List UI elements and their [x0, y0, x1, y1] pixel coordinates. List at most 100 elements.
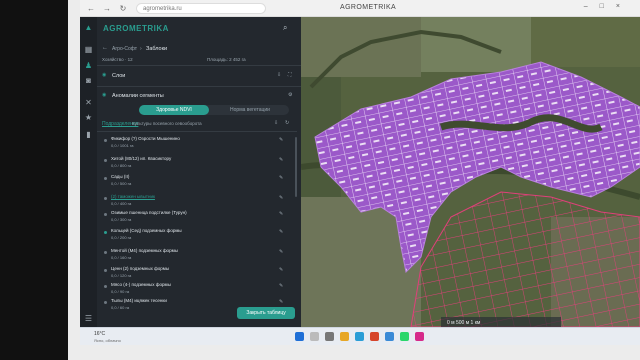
- crop-subtitle: 0,0 / 1001 га: [111, 143, 134, 148]
- list-item[interactable]: Кольцей (Сед) подземных формы 0,0 / 200 г…: [102, 227, 292, 243]
- map-view[interactable]: 0 м 500 м 1 км: [301, 17, 640, 327]
- edit-icon[interactable]: ✎: [279, 229, 283, 235]
- forward-icon[interactable]: →: [102, 4, 112, 13]
- tab-crops[interactable]: Культуры посевного севооборота: [132, 121, 202, 126]
- menu-icon[interactable]: ☰: [83, 313, 94, 324]
- breadcrumb-parent[interactable]: Агро-Софт: [112, 46, 137, 52]
- edit-icon[interactable]: ✎: [279, 157, 283, 163]
- crop-title: Кольцей (Сед) подземных формы: [111, 228, 182, 233]
- scrollbar[interactable]: [295, 137, 297, 197]
- layers-icon: ◉: [102, 72, 107, 78]
- bullet-icon: [104, 285, 107, 288]
- divider: [97, 131, 297, 132]
- window-title: AGROMETRIKA: [340, 4, 397, 11]
- crop-title: Мясо (4-) подземных формы: [111, 282, 171, 287]
- browser-toolbar: ← → ↻ agrometrika.ru AGROMETRIKA –□×: [80, 0, 640, 17]
- eye-icon[interactable]: ◉: [102, 92, 106, 98]
- explorer-icon[interactable]: [340, 332, 349, 341]
- crop-title: (2) таможен ывытник: [111, 194, 155, 199]
- crop-title: Озимые пшеница подстилке (Турун): [111, 210, 187, 215]
- address-bar[interactable]: agrometrika.ru: [136, 2, 266, 14]
- close-table-button[interactable]: Закрыть таблицу: [237, 307, 295, 319]
- chrome-icon[interactable]: [370, 332, 379, 341]
- app-icon[interactable]: [400, 332, 409, 341]
- app-title: AGROMETRIKA: [103, 24, 169, 33]
- list-item[interactable]: Озимые пшеница подстилке (Турун) 0,0 / 30…: [102, 209, 292, 225]
- reload-icon[interactable]: ↻: [118, 4, 128, 13]
- list-item[interactable]: Ментой (М4) подземных формы 0,0 / 160 га ✎: [102, 247, 292, 263]
- area-info: Площадь: 2 452 га: [207, 57, 246, 62]
- edit-icon[interactable]: ✎: [279, 249, 283, 255]
- list-item[interactable]: Сады (II) 0,0 / 500 га ✎: [102, 173, 292, 189]
- weather-desc: Ясно, облачно: [94, 338, 121, 343]
- list-item[interactable]: Фикифор (?) Озрости Мышенино 0,0 / 1001 г…: [102, 135, 292, 151]
- search-icon[interactable]: [310, 332, 319, 341]
- edit-icon[interactable]: ✎: [279, 283, 283, 289]
- scale-bar: 0 м 500 м 1 км: [447, 320, 481, 326]
- crop-subtitle: 0,0 / 300 га: [111, 217, 132, 222]
- edit-icon[interactable]: ✎: [279, 211, 283, 217]
- fields-row[interactable]: ◉ Аномалии сегменты ⚙: [97, 89, 301, 103]
- bullet-icon: [104, 213, 107, 216]
- edit-icon[interactable]: ✎: [279, 175, 283, 181]
- download-icon[interactable]: ⇩: [277, 72, 281, 78]
- screen: ← → ↻ agrometrika.ru AGROMETRIKA –□× ▲ ▦…: [68, 0, 640, 360]
- breadcrumb-separator: ›: [140, 46, 142, 52]
- camera-icon[interactable]: ◙: [83, 75, 94, 86]
- mode-vegetation-button[interactable]: Норма вегетации: [213, 105, 287, 115]
- fields-label: Аномалии сегменты: [112, 93, 164, 99]
- crop-subtitle: 0,0 / 90 га: [111, 289, 130, 294]
- crop-subtitle: 0,0 / 400 га: [111, 201, 132, 206]
- settings-icon[interactable]: ⚙: [288, 92, 292, 98]
- crop-subtitle: 0,0 / 60 га: [111, 305, 130, 310]
- list-item[interactable]: Хитой (80/12) ип. Квасиктору 0,0 / 800 га…: [102, 155, 292, 171]
- mode-toggle: Здоровье NDVI Норма вегетации: [139, 105, 289, 115]
- weather-temp: 16°C: [94, 331, 106, 337]
- crop-title: Ценн (2) подземных формы: [111, 266, 170, 271]
- layers-label: Слои: [112, 73, 126, 79]
- edit-icon[interactable]: ✎: [279, 137, 283, 143]
- search-icon[interactable]: ⌕: [283, 23, 293, 33]
- list-item[interactable]: Мясо (4-) подземных формы 0,0 / 90 га ✎: [102, 281, 292, 297]
- bullet-icon: [104, 301, 107, 304]
- back-arrow-icon[interactable]: ←: [102, 45, 108, 51]
- farm-info: Хозяйство · 12: [102, 57, 133, 62]
- expand-icon[interactable]: ⛶: [288, 72, 292, 78]
- person-icon[interactable]: ♟: [83, 60, 94, 71]
- edit-icon[interactable]: ✎: [279, 267, 283, 273]
- icon-rail: ▲ ▦ ♟ ◙ ✕ ★ ▮ ☰: [80, 17, 97, 327]
- breadcrumb-current: Заблоки: [146, 46, 168, 52]
- tools-icon[interactable]: ✕: [83, 97, 94, 108]
- start-icon[interactable]: [295, 332, 304, 341]
- layers-row[interactable]: ◉ Слои ⇩ ⛶: [97, 69, 301, 83]
- star-icon[interactable]: ★: [83, 112, 94, 123]
- app-icon[interactable]: [415, 332, 424, 341]
- edge-icon[interactable]: [355, 332, 364, 341]
- bullet-icon: [104, 269, 107, 272]
- crop-title: Хитой (80/12) ип. Квасиктору: [111, 156, 172, 161]
- download-icon[interactable]: ⇩: [274, 120, 278, 126]
- list-item[interactable]: (2) таможен ывытник 0,0 / 400 га ✎: [102, 193, 292, 209]
- chart-icon[interactable]: ▮: [83, 129, 94, 140]
- bullet-icon: [104, 159, 107, 162]
- grid-icon[interactable]: ▦: [83, 44, 94, 55]
- mode-ndvi-button[interactable]: Здоровье NDVI: [139, 105, 209, 115]
- refresh-icon[interactable]: ↻: [285, 120, 289, 126]
- bullet-icon: [104, 251, 107, 254]
- divider: [97, 65, 301, 66]
- crop-title: Тылы (М4) ицяжек тесенки: [111, 298, 167, 303]
- back-icon[interactable]: ←: [86, 4, 96, 13]
- store-icon[interactable]: [385, 332, 394, 341]
- bullet-icon: [104, 177, 107, 180]
- task-view-icon[interactable]: [325, 332, 334, 341]
- divider: [97, 86, 301, 87]
- crop-title: Сады (II): [111, 174, 130, 179]
- bullet-icon: [104, 139, 107, 142]
- crop-subtitle: 0,0 / 200 га: [111, 235, 132, 240]
- list-item[interactable]: Ценн (2) подземных формы 0,0 / 120 га ✎: [102, 265, 292, 281]
- edit-icon[interactable]: ✎: [279, 195, 283, 201]
- subtabs: Подразделения Культуры посевного севообо…: [102, 120, 298, 130]
- crop-subtitle: 0,0 / 800 га: [111, 163, 132, 168]
- window-controls[interactable]: –□×: [584, 3, 632, 10]
- edit-icon[interactable]: ✎: [279, 299, 283, 305]
